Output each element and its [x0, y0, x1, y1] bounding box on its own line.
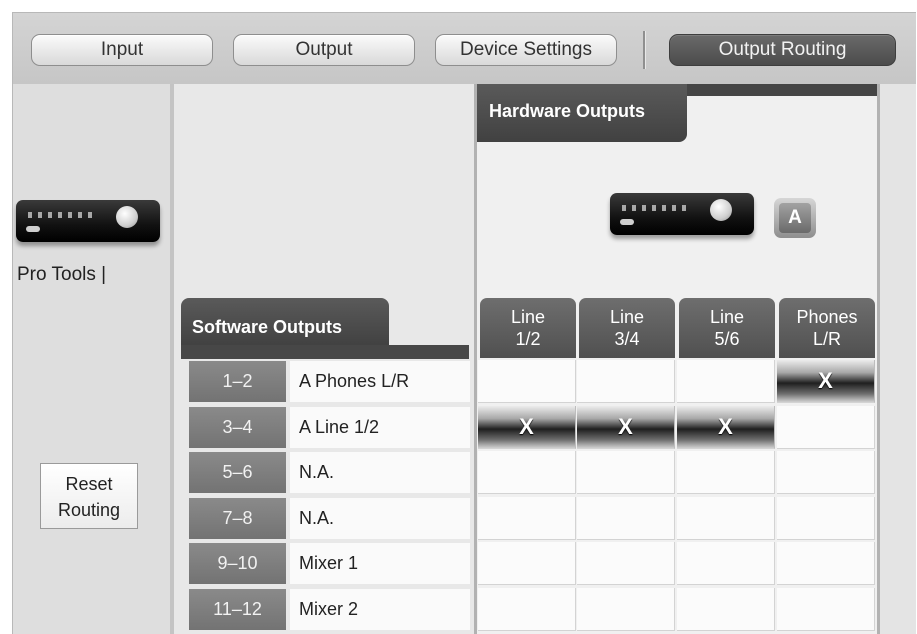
routing-cell[interactable] — [677, 360, 775, 403]
bank-label: A — [779, 203, 811, 233]
row-source-name: Mixer 1 — [290, 543, 470, 584]
row-channels: 1–2 — [189, 361, 286, 402]
routing-cell[interactable] — [677, 497, 775, 540]
routing-cell[interactable] — [777, 542, 875, 585]
routing-cell[interactable]: X — [777, 360, 875, 403]
routing-cell[interactable] — [777, 406, 875, 449]
routing-mark: X — [818, 368, 833, 393]
row-channels: 7–8 — [189, 498, 286, 539]
tab-output[interactable]: Output — [233, 34, 415, 66]
left-panel — [12, 84, 170, 634]
routing-cell[interactable] — [478, 451, 576, 494]
routing-cell[interactable] — [777, 588, 875, 631]
routing-cell[interactable] — [777, 497, 875, 540]
routing-cell[interactable] — [478, 360, 576, 403]
row-source-name: A Phones L/R — [290, 361, 470, 402]
routing-mark: X — [618, 414, 633, 439]
tab-input[interactable]: Input — [31, 34, 213, 66]
row-source-name: Mixer 2 — [290, 589, 470, 630]
row-channels: 9–10 — [189, 543, 286, 584]
routing-cell[interactable] — [677, 542, 775, 585]
device-label: Pro Tools | — [17, 264, 107, 285]
bank-selector-button[interactable]: A — [774, 198, 816, 238]
routing-cell[interactable] — [478, 588, 576, 631]
software-outputs-title: Software Outputs — [181, 298, 389, 346]
routing-cell[interactable] — [478, 497, 576, 540]
tab-device-settings[interactable]: Device Settings — [435, 34, 617, 66]
row-channels: 11–12 — [189, 589, 286, 630]
routing-cell[interactable] — [677, 588, 775, 631]
routing-cell[interactable] — [777, 451, 875, 494]
reset-routing-label-2: Routing — [57, 500, 121, 520]
column-header-line-1-2: Line 1/2 — [480, 298, 576, 358]
routing-cell[interactable]: X — [478, 406, 576, 449]
reset-routing-label-1: Reset — [65, 474, 113, 494]
routing-cell[interactable] — [577, 451, 675, 494]
routing-mark: X — [718, 414, 733, 439]
routing-cell[interactable] — [478, 542, 576, 585]
column-header-phones-lr: Phones L/R — [779, 298, 875, 358]
routing-cell[interactable] — [577, 360, 675, 403]
routing-cell[interactable] — [577, 497, 675, 540]
column-header-line-3-4: Line 3/4 — [579, 298, 675, 358]
routing-cell[interactable]: X — [577, 406, 675, 449]
right-margin — [880, 84, 916, 634]
row-source-name: N.A. — [290, 498, 470, 539]
routing-mark: X — [519, 414, 534, 439]
hardware-outputs-title: Hardware Outputs — [477, 84, 687, 142]
toolbar: Input Output Device Settings Output Rout… — [12, 12, 916, 84]
routing-cell[interactable] — [577, 542, 675, 585]
output-routing-window: Input Output Device Settings Output Rout… — [0, 0, 917, 634]
reset-routing-button[interactable]: Reset Routing — [40, 463, 138, 529]
hardware-device-icon — [610, 193, 754, 235]
tab-output-routing[interactable]: Output Routing — [669, 34, 896, 66]
audio-interface-icon — [16, 200, 160, 242]
toolbar-divider — [643, 31, 646, 69]
column-header-line-5-6: Line 5/6 — [679, 298, 775, 358]
routing-cell[interactable]: X — [677, 406, 775, 449]
routing-cell[interactable] — [677, 451, 775, 494]
software-outputs-bar — [181, 345, 469, 359]
routing-cell[interactable] — [577, 588, 675, 631]
row-channels: 3–4 — [189, 407, 286, 448]
row-channels: 5–6 — [189, 452, 286, 493]
row-source-name: N.A. — [290, 452, 470, 493]
row-source-name: A Line 1/2 — [290, 407, 470, 448]
